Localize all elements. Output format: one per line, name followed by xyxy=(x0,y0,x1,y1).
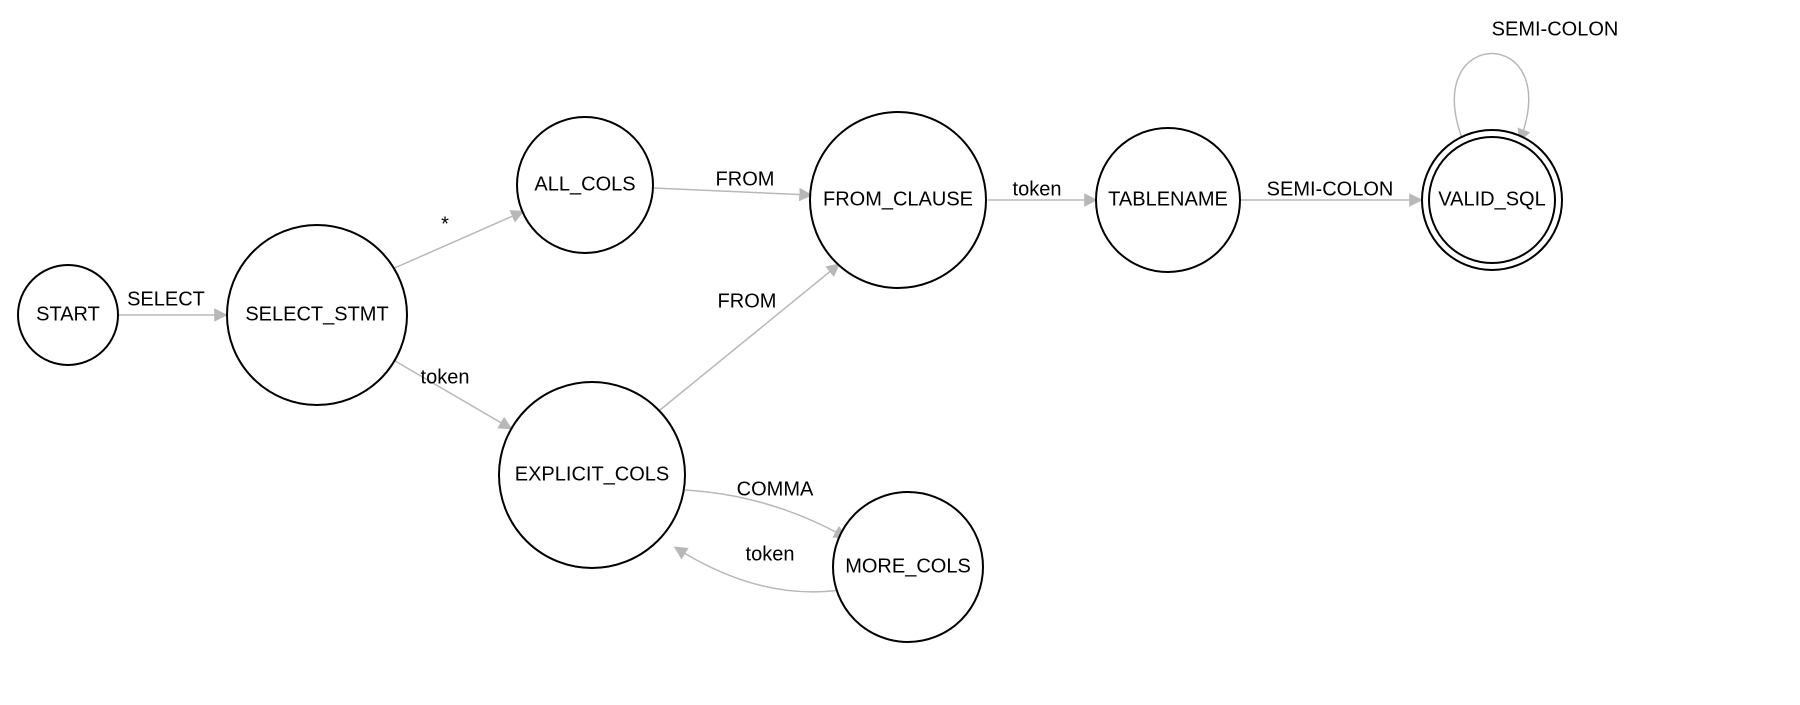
state-machine-diagram: SELECT * token FROM FROM COMMA token tok… xyxy=(0,0,1800,705)
state-label: VALID_SQL xyxy=(1438,188,1545,210)
state-start: START xyxy=(18,265,118,365)
edge-label: token xyxy=(746,543,795,565)
edge-valid-sql-self-loop: SEMI-COLON xyxy=(1454,18,1618,140)
edge-explicit-cols-more-cols: COMMA xyxy=(685,478,845,537)
edge-label: FROM xyxy=(716,168,775,190)
state-explicit-cols: EXPLICIT_COLS xyxy=(499,382,685,568)
edge-label: token xyxy=(421,366,470,388)
edge-label: FROM xyxy=(718,290,777,312)
edge-all-cols-from-clause: FROM xyxy=(653,168,810,195)
state-label: ALL_COLS xyxy=(534,173,635,195)
state-more-cols: MORE_COLS xyxy=(833,492,983,642)
state-label: SELECT_STMT xyxy=(245,303,388,325)
state-label: EXPLICIT_COLS xyxy=(515,463,670,485)
edge-tablename-valid-sql: SEMI-COLON xyxy=(1240,178,1420,200)
state-tablename: TABLENAME xyxy=(1096,128,1240,272)
edge-select-stmt-explicit-cols: token xyxy=(390,358,510,428)
state-all-cols: ALL_COLS xyxy=(517,117,653,253)
state-label: TABLENAME xyxy=(1108,188,1228,210)
state-from-clause: FROM_CLAUSE xyxy=(810,112,986,288)
edge-select-stmt-all-cols: * xyxy=(390,212,522,270)
edge-more-cols-explicit-cols: token xyxy=(676,543,840,592)
state-select-stmt: SELECT_STMT xyxy=(227,225,407,405)
edge-label: COMMA xyxy=(737,478,814,500)
edge-label: SEMI-COLON xyxy=(1492,18,1619,40)
edge-label: SEMI-COLON xyxy=(1267,178,1394,200)
edge-label: token xyxy=(1013,178,1062,200)
state-label: START xyxy=(36,303,100,325)
state-valid-sql: VALID_SQL xyxy=(1422,130,1562,270)
edge-explicit-cols-from-clause: FROM xyxy=(660,265,838,410)
state-label: FROM_CLAUSE xyxy=(823,188,973,210)
edge-label: SELECT xyxy=(127,288,205,310)
edge-label: * xyxy=(441,213,449,235)
state-label: MORE_COLS xyxy=(845,555,971,577)
edge-start-select-stmt: SELECT xyxy=(119,288,225,315)
edge-from-clause-tablename: token xyxy=(988,178,1095,200)
